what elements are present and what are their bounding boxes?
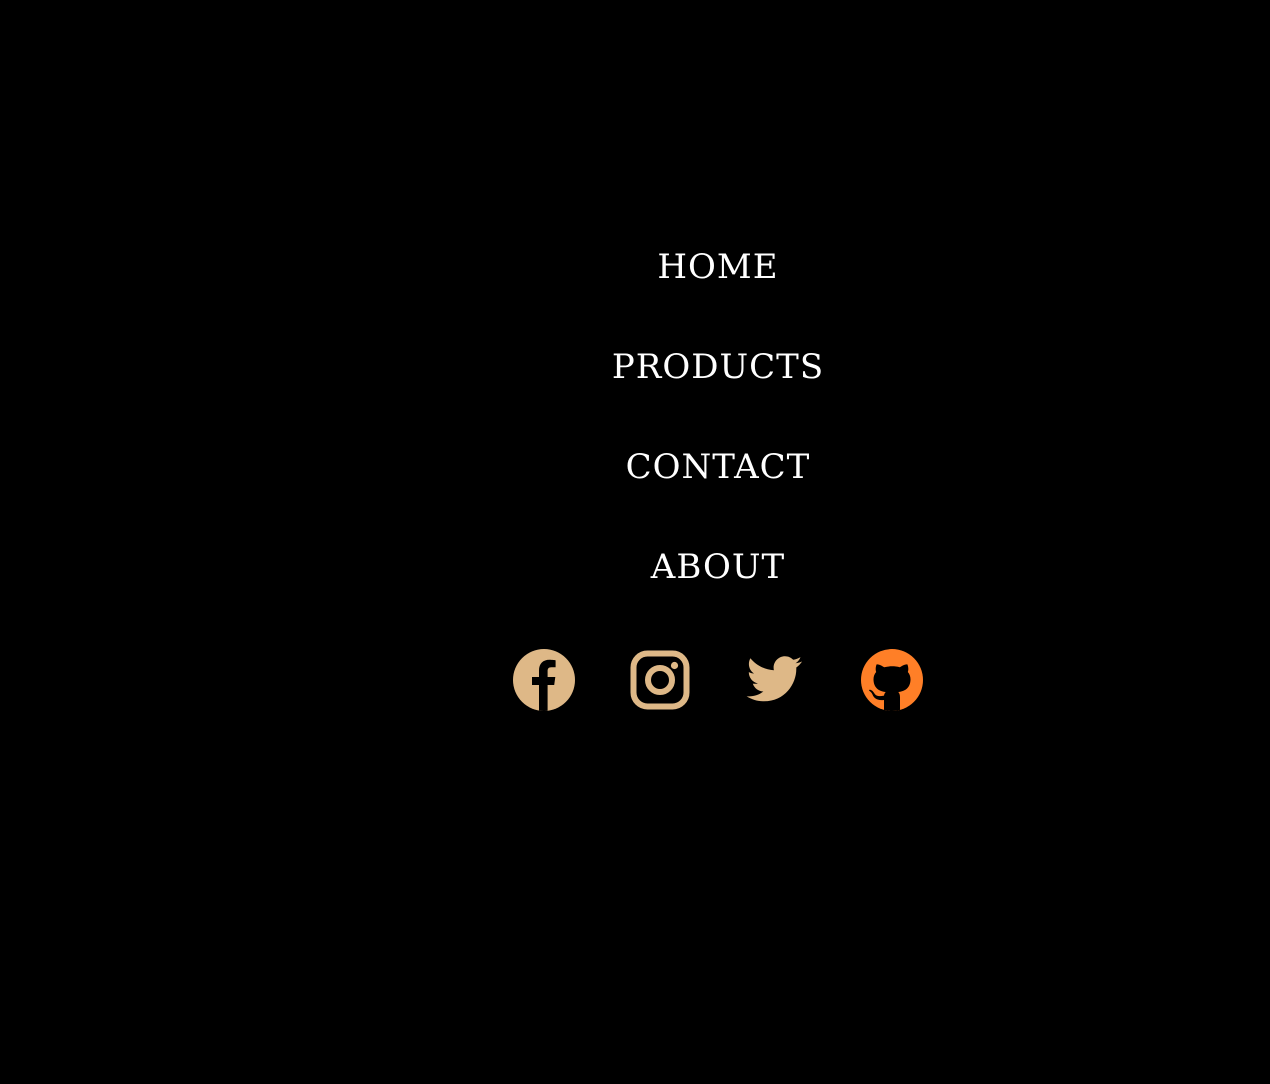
github-icon [861,649,923,711]
nav-link-about[interactable]: ABOUT [651,542,785,592]
github-link[interactable] [860,648,924,712]
nav-link-products[interactable]: PRODUCTS [612,342,824,392]
twitter-link[interactable] [742,648,806,712]
instagram-link[interactable] [628,648,692,712]
instagram-icon [630,650,690,710]
social-links [512,648,928,712]
main-nav: HOME PRODUCTS CONTACT ABOUT [468,242,968,642]
menu-overlay: HOME PRODUCTS CONTACT ABOUT [0,0,1270,1084]
facebook-icon [513,649,575,711]
nav-item-about: ABOUT [468,542,968,642]
nav-link-contact[interactable]: CONTACT [626,442,811,492]
nav-item-home: HOME [468,242,968,342]
nav-item-products: PRODUCTS [468,342,968,442]
facebook-link[interactable] [512,648,576,712]
nav-item-contact: CONTACT [468,442,968,542]
nav-link-home[interactable]: HOME [657,242,778,292]
twitter-icon [746,656,802,702]
